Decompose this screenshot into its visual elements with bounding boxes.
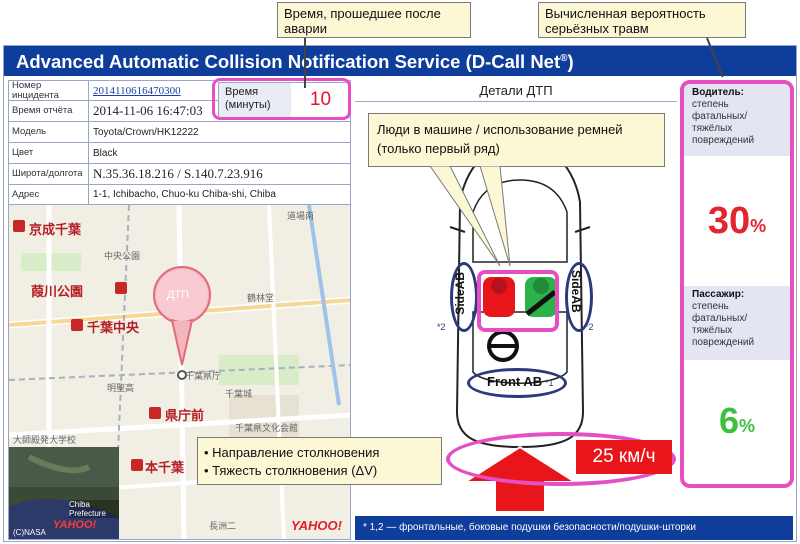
passenger-risk-number: 6 (718, 400, 739, 441)
app-title: Advanced Automatic Collision Notificatio… (16, 51, 574, 72)
station-icon (71, 319, 83, 331)
front-airbag-mark: *1 (545, 378, 554, 388)
incident-number-label: Номер инцидента (9, 80, 89, 100)
driver-risk-title: Водитель: (692, 87, 744, 98)
map-label-sakaigawa: 葭川公園 (31, 284, 84, 299)
yahoo-logo-left: YAHOO! (53, 519, 97, 531)
station-icon (115, 282, 127, 294)
color-label: Цвет (9, 143, 89, 163)
map-label-tsurugaya: 鶴林堂 (247, 293, 275, 303)
yahoo-logo-right: YAHOO! (290, 518, 342, 533)
passenger-risk-title: Пассажир: (692, 289, 745, 300)
side-airbag-left-label: SideAB (453, 272, 467, 315)
map-label-meiden: 明聖高 (107, 383, 135, 393)
map-label-kencho-mae: 県庁前 (165, 408, 205, 423)
accident-pin-label: ДТП (167, 289, 190, 301)
passenger-risk-value: 6 % (684, 360, 790, 482)
front-airbag-label: Front AB (487, 374, 543, 389)
airbag-footnote: * 1,2 — фронтальные, боковые подушки без… (355, 516, 793, 540)
driver-risk-desc: степень фатальных/ тяжёлых повреждений (692, 99, 755, 146)
color-row: Цвет Black (8, 143, 351, 164)
occupants-pointer (429, 166, 511, 267)
address-row: Адрес 1-1, Ichibacho, Chuo-ku Chiba-shi,… (8, 185, 351, 205)
side-airbag-right-mark: *2 (585, 322, 594, 332)
model-value: Toyota/Crown/HK12222 (93, 126, 199, 138)
coordinates-label: Широта/долгота (9, 164, 89, 184)
elapsed-time-pointer (304, 38, 306, 88)
injury-risk-callout: Вычисленная вероятность серьёзных травм (538, 2, 746, 38)
map-label-chiba-chuo: 千葉中央 (87, 320, 140, 335)
title-bar: Advanced Automatic Collision Notificatio… (4, 46, 796, 76)
coordinates-value: N.35.36.18.216 / S.140.7.23.916 (93, 166, 263, 181)
map-label-nagasu: 長洲二 (209, 521, 237, 531)
details-title: Детали ДТП (355, 80, 677, 102)
color-value: Black (93, 147, 118, 159)
map-label-hon-chiba: 本千葉 (145, 460, 185, 475)
station-icon (131, 459, 143, 471)
model-label: Модель (9, 122, 89, 142)
map-label-chuo-park: 中央公園 (104, 251, 141, 261)
accident-pin-icon[interactable] (137, 265, 227, 385)
collision-callout: • Направление столкновения • Тяжесть сто… (197, 437, 442, 485)
station-icon (149, 407, 161, 419)
station-icon (13, 220, 25, 232)
side-airbag-left-mark: *2 (437, 322, 446, 332)
passenger-risk-label: Пассажир: степень фатальных/ тяжёлых пов… (684, 286, 790, 360)
report-time-label: Время отчёта (9, 101, 89, 121)
driver-risk-label: Водитель: степень фатальных/ тяжёлых пов… (684, 84, 790, 156)
injury-risk-panel: Водитель: степень фатальных/ тяжёлых пов… (680, 80, 794, 488)
map-label-castle: 千葉城 (225, 389, 253, 399)
model-row: Модель Toyota/Crown/HK12222 (8, 122, 351, 143)
occupants-highlight (477, 270, 559, 332)
side-airbag-right-label: SideAB (569, 270, 583, 313)
map-view[interactable]: 京成千葉 中央公園 葭川公園 千葉中央 道場南 鶴林堂 明聖高 千葉県庁 千葉城… (8, 204, 351, 540)
passenger-risk-unit: % (739, 415, 756, 436)
passenger-risk-desc: степень фатальных/ тяжёлых повреждений (692, 301, 755, 348)
address-label: Адрес (9, 185, 89, 204)
driver-risk-unit: % (750, 215, 767, 236)
nasa-copyright: (C)NASA (13, 528, 46, 537)
satellite-region-label: Chiba Prefecture (69, 500, 119, 518)
address-value: 1-1, Ichibacho, Chuo-ku Chiba-shi, Chiba (93, 189, 276, 200)
collision-direction-item: • Направление столкновения (204, 445, 380, 460)
speed-value: 25 км/ч (576, 440, 672, 474)
elapsed-time-callout: Время, прошедшее после аварии (277, 2, 471, 38)
map-label-dojo: 道場南 (287, 211, 315, 221)
driver-risk-value: 30 % (684, 156, 790, 286)
map-label-keisei-chiba: 京成千葉 (29, 222, 82, 237)
elapsed-time-highlight (212, 78, 351, 120)
map-label-culture-hall: 千葉県文化会館 (235, 423, 299, 433)
driver-risk-number: 30 (707, 199, 751, 242)
satellite-inset[interactable]: Chiba Prefecture YAHOO! (C)NASA (9, 447, 119, 539)
occupants-callout: Люди в машине / использование ремней (то… (368, 113, 665, 167)
collision-severity-item: • Тяжесть столкновения (ΔV) (204, 463, 378, 478)
coordinates-row: Широта/долгота N.35.36.18.216 / S.140.7.… (8, 164, 351, 185)
map-label-univ: 大師殿発大学校 (13, 435, 77, 445)
